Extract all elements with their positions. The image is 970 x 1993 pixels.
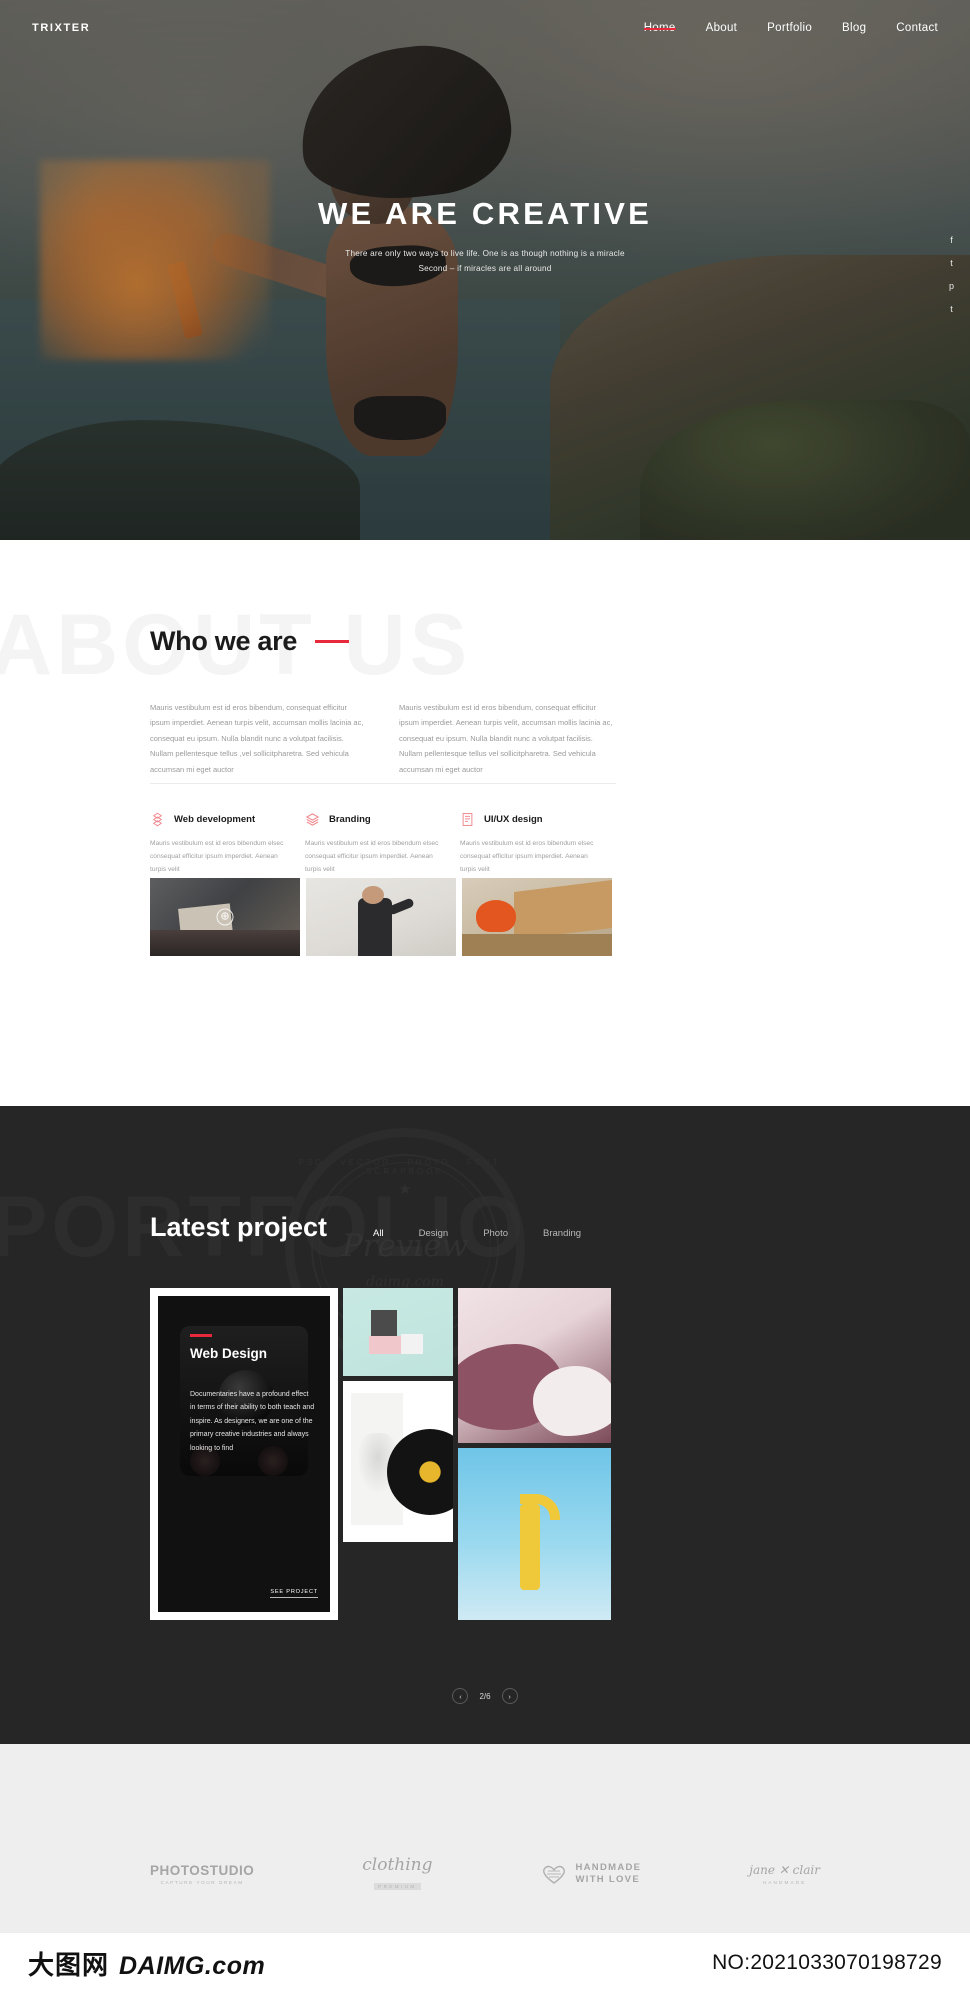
- hero-section: TRIXTER Home About Portfolio Blog Contac…: [0, 0, 970, 540]
- main-navbar: TRIXTER Home About Portfolio Blog Contac…: [0, 0, 970, 56]
- project-tile-abstract[interactable]: [458, 1288, 611, 1443]
- portfolio-heading: Latest project: [150, 1212, 328, 1242]
- brand-english: DAIMG.com: [119, 1951, 266, 1980]
- services-row: Web development Mauris vestibulum est id…: [150, 812, 616, 877]
- service-header: Branding: [305, 812, 460, 827]
- site-logo[interactable]: TRIXTER: [32, 22, 90, 34]
- hero-title: WE ARE CREATIVE: [318, 196, 652, 231]
- thumbnail-office[interactable]: [462, 878, 612, 956]
- thumbnail-video[interactable]: ⊕: [150, 878, 300, 956]
- social-links: f t p t: [949, 235, 954, 314]
- service-title: Branding: [329, 814, 371, 825]
- portfolio-heading-row: Latest project All Design Photo Branding: [150, 1212, 820, 1243]
- hero-subtitle-line1: There are only two ways to live life. On…: [345, 249, 625, 258]
- service-header: UI/UX design: [460, 812, 615, 827]
- partner-name: clothing: [362, 1855, 433, 1875]
- service-text: Mauris vestibulum est id eros bibendum e…: [305, 840, 439, 873]
- partners-section: [0, 1744, 970, 1934]
- service-text: Mauris vestibulum est id eros bibendum e…: [460, 840, 594, 873]
- portfolio-pagination: ‹ 2/6 ›: [0, 1688, 970, 1704]
- twitter-icon[interactable]: t: [950, 258, 953, 268]
- partner-tagline: PREMIUM: [374, 1883, 421, 1890]
- service-header: Web development: [150, 812, 305, 827]
- thumbnail-workspace[interactable]: [306, 878, 456, 956]
- partner-name: jane ✕ clair: [749, 1863, 820, 1877]
- tumblr-icon[interactable]: t: [950, 304, 953, 314]
- nav-item-portfolio[interactable]: Portfolio: [767, 22, 812, 34]
- layers-icon: [305, 813, 320, 826]
- partner-tagline: CAPTURE YOUR DREAM: [160, 1880, 244, 1885]
- nav-links: Home About Portfolio Blog Contact: [643, 22, 938, 34]
- about-paragraph-2: Mauris vestibulum est id eros bibendum, …: [399, 703, 613, 774]
- pinterest-icon[interactable]: p: [949, 281, 954, 291]
- daimg-brand: 大图网 DAIMG.com: [28, 1945, 265, 1982]
- service-text: Mauris vestibulum est id eros bibendum e…: [150, 840, 284, 873]
- filter-branding[interactable]: Branding: [543, 1228, 581, 1239]
- play-icon[interactable]: ⊕: [216, 908, 234, 926]
- partner-logos-row: PHOTOSTUDIO CAPTURE YOUR DREAM clothing …: [150, 1855, 820, 1893]
- partner-logo-photostudio[interactable]: PHOTOSTUDIO CAPTURE YOUR DREAM: [150, 1863, 254, 1885]
- partner-logo-clothing[interactable]: clothing PREMIUM: [362, 1855, 433, 1893]
- watermark-top-text: PSD · VECTOR · PHOTO · FONT · SCRAPBOOK: [298, 1158, 512, 1176]
- about-thumbnails: ⊕: [150, 878, 612, 956]
- about-paragraphs: Mauris vestibulum est id eros bibendum, …: [150, 700, 616, 777]
- project-tile-vinyl[interactable]: [343, 1381, 453, 1542]
- facebook-icon[interactable]: f: [950, 235, 953, 245]
- about-heading-row: Who we are: [150, 626, 350, 657]
- hero-subtitle-line2: Second – if miracles are all around: [418, 264, 552, 274]
- project-card-featured[interactable]: Web Design Documentaries have a profound…: [150, 1288, 338, 1620]
- serial-number: NO:2021033070198729: [712, 1951, 942, 1974]
- portfolio-column-middle: [343, 1288, 453, 1620]
- pagination-next-button[interactable]: ›: [501, 1688, 518, 1704]
- portfolio-column-right: [458, 1288, 611, 1620]
- partner-logo-janeclair[interactable]: jane ✕ clair HANDMADE: [749, 1863, 820, 1885]
- heart-icon: [543, 1865, 566, 1884]
- partner-name: PHOTOSTUDIO: [150, 1863, 255, 1878]
- pagination-prev-button[interactable]: ‹: [452, 1688, 469, 1704]
- nav-item-home[interactable]: Home: [643, 22, 676, 34]
- about-paragraph-1: Mauris vestibulum est id eros bibendum, …: [150, 703, 364, 774]
- about-heading: Who we are: [150, 626, 298, 656]
- brand-chinese: 大图网: [28, 1949, 110, 1980]
- project-tile-boxes[interactable]: [343, 1288, 453, 1376]
- service-title: Web development: [174, 814, 256, 825]
- partner-tagline: HANDMADE: [762, 1880, 807, 1885]
- project-title: Web Design: [190, 1346, 268, 1361]
- card-accent-dash: [190, 1334, 212, 1337]
- portfolio-grid: Web Design Documentaries have a profound…: [150, 1288, 614, 1620]
- service-uiux-design[interactable]: UI/UX design Mauris vestibulum est id er…: [460, 812, 615, 877]
- nav-item-about[interactable]: About: [706, 22, 738, 34]
- document-icon: [462, 813, 473, 826]
- watermark-bottom-bar: 大图网 DAIMG.com NO:2021033070198729: [0, 1933, 970, 1993]
- pagination-count: 2/6: [479, 1691, 491, 1701]
- about-divider: [150, 783, 616, 784]
- partner-name-line1: HANDMADE: [575, 1862, 642, 1874]
- service-web-development[interactable]: Web development Mauris vestibulum est id…: [150, 812, 305, 877]
- filter-photo[interactable]: Photo: [483, 1228, 508, 1239]
- hero-subtitle: There are only two ways to live life. On…: [0, 246, 970, 276]
- accent-dash: [315, 640, 350, 643]
- hero-content: WE ARE CREATIVE There are only two ways …: [0, 196, 970, 276]
- see-project-link[interactable]: SEE PROJECT: [270, 1589, 318, 1598]
- star-icon: ★: [398, 1181, 412, 1198]
- partner-logo-handmade[interactable]: HANDMADE WITH LOVE: [540, 1862, 641, 1886]
- project-tile-tube[interactable]: [458, 1448, 611, 1620]
- filter-all[interactable]: All: [373, 1228, 384, 1239]
- service-title: UI/UX design: [484, 814, 543, 825]
- service-branding[interactable]: Branding Mauris vestibulum est id eros b…: [305, 812, 460, 877]
- partner-name-line2: WITH LOVE: [575, 1874, 640, 1885]
- project-description: Documentaries have a profound effect in …: [190, 1391, 315, 1452]
- nav-item-blog[interactable]: Blog: [842, 22, 866, 34]
- nav-item-contact[interactable]: Contact: [896, 22, 938, 34]
- portfolio-filters: All Design Photo Branding: [373, 1228, 581, 1239]
- boxes-icon: [152, 812, 163, 827]
- filter-design[interactable]: Design: [419, 1228, 449, 1239]
